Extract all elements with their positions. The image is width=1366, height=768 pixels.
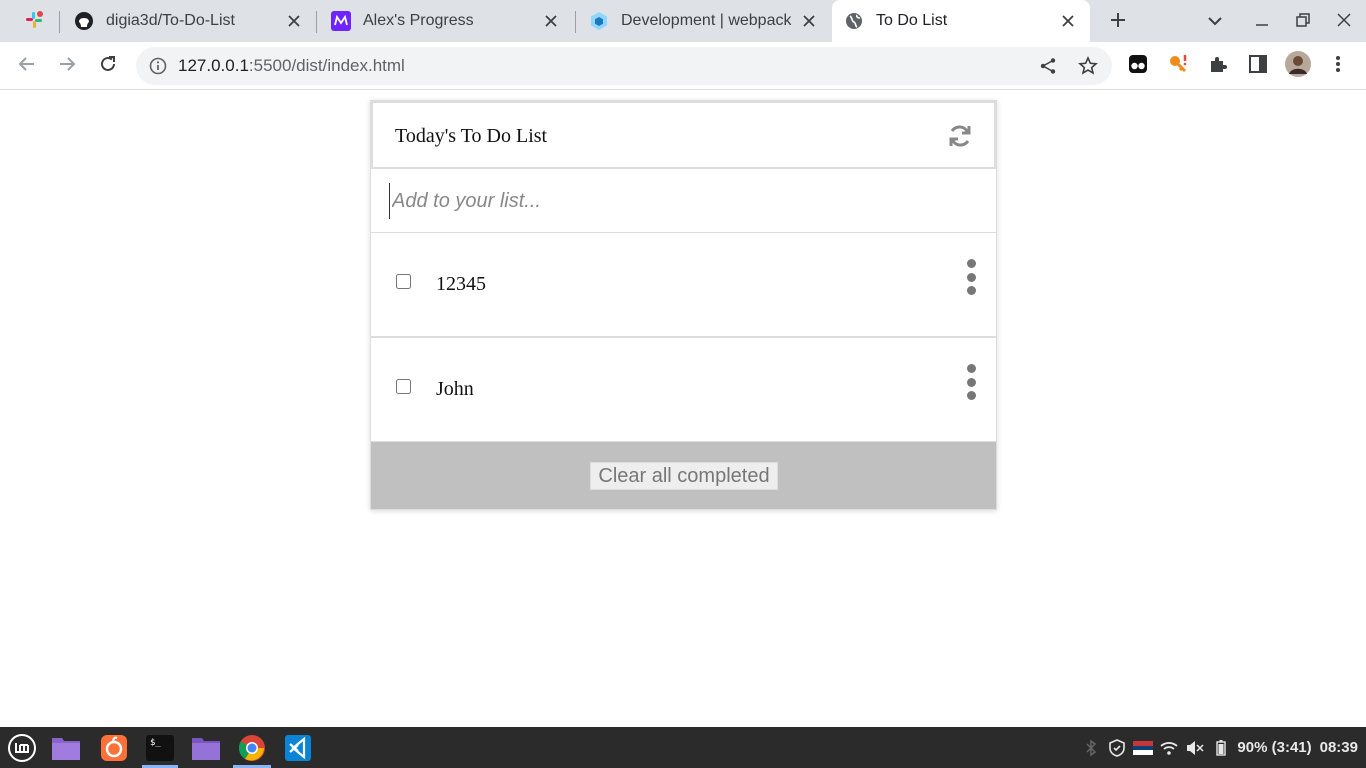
extension-button[interactable] [1124, 52, 1152, 80]
system-tray: 90% (3:41) 08:39 [1081, 727, 1366, 768]
address-bar[interactable]: 127.0.0.1:5500/dist/index.html [136, 47, 1112, 85]
vscode-icon[interactable] [282, 732, 314, 764]
extension-button[interactable] [1164, 52, 1192, 80]
menu-button[interactable] [1324, 52, 1352, 80]
arrow-left-icon [18, 55, 36, 78]
globe-icon [844, 11, 864, 31]
share-icon[interactable] [1034, 52, 1062, 80]
task-checkbox[interactable] [396, 379, 411, 394]
github-icon [74, 11, 94, 31]
terminal-icon[interactable]: $_ [144, 732, 176, 764]
add-task-input[interactable] [389, 183, 949, 219]
pinned-tab[interactable] [16, 8, 52, 36]
extensions-button[interactable] [1204, 52, 1232, 80]
files-icon[interactable] [190, 732, 222, 764]
tab-title: To Do List [876, 12, 948, 29]
tab-separator [575, 11, 576, 33]
tampermonkey-icon [1128, 54, 1148, 79]
tab-title: Development | webpack [621, 12, 791, 29]
star-icon[interactable] [1074, 52, 1102, 80]
profile-button[interactable] [1284, 50, 1312, 83]
forward-button[interactable] [53, 52, 81, 80]
close-icon[interactable] [284, 11, 304, 31]
back-button[interactable] [13, 52, 41, 80]
arrow-right-icon [58, 55, 76, 78]
chrome-icon[interactable] [236, 732, 268, 764]
firefox-icon[interactable] [98, 732, 130, 764]
close-icon [1337, 12, 1351, 32]
tab-search-button[interactable] [1201, 8, 1229, 36]
maximize-button[interactable] [1289, 8, 1317, 36]
more-vert-icon [1335, 55, 1341, 78]
avatar [1284, 50, 1312, 83]
os-taskbar: $_ 90% (3:41) 08:39 [0, 727, 1366, 768]
browser-tab-strip: digia3d/To-Do-List Alex's Progress Devel… [0, 0, 1366, 42]
plus-icon [1110, 12, 1126, 33]
page-content: Today's To Do List 12345 John [0, 90, 1366, 727]
keyboard-layout-icon[interactable] [1133, 738, 1154, 758]
bluetooth-icon[interactable] [1081, 738, 1101, 758]
reload-button[interactable] [94, 52, 122, 80]
add-task-row [371, 169, 996, 233]
tab-github[interactable]: digia3d/To-Do-List [62, 0, 316, 42]
webpack-icon [589, 11, 609, 31]
slack-icon [24, 10, 44, 35]
battery-icon[interactable] [1211, 738, 1231, 758]
mint-menu-icon[interactable] [6, 732, 38, 764]
tab-title: Alex's Progress [363, 12, 474, 29]
tab-alex-progress[interactable]: Alex's Progress [319, 0, 573, 42]
tab-to-do-list[interactable]: To Do List [832, 0, 1090, 42]
new-tab-button[interactable] [1104, 8, 1132, 36]
key-alert-icon [1167, 53, 1189, 80]
info-icon[interactable] [148, 56, 168, 76]
side-panel-icon [1248, 54, 1268, 79]
volume-muted-icon[interactable] [1185, 738, 1205, 758]
minimize-button[interactable] [1248, 8, 1276, 36]
tab-separator [59, 11, 60, 33]
page-title: Today's To Do List [395, 125, 548, 147]
list-item: John [371, 338, 996, 443]
wifi-icon[interactable] [1159, 738, 1179, 758]
more-vert-icon[interactable] [959, 362, 983, 402]
clock[interactable]: 08:39 [1320, 739, 1358, 756]
microverse-icon [331, 11, 351, 31]
url-host: 127.0.0.1 [178, 56, 249, 75]
todo-header: Today's To Do List [371, 101, 996, 169]
task-text[interactable]: John [436, 378, 474, 401]
more-vert-icon[interactable] [959, 257, 983, 297]
tab-title: digia3d/To-Do-List [106, 12, 235, 29]
battery-status: 90% (3:41) [1237, 739, 1312, 756]
chevron-down-icon [1208, 13, 1222, 31]
close-icon[interactable] [799, 11, 819, 31]
puzzle-icon [1208, 54, 1228, 79]
close-window-button[interactable] [1330, 8, 1358, 36]
refresh-icon[interactable] [946, 122, 974, 150]
browser-toolbar: 127.0.0.1:5500/dist/index.html [0, 42, 1366, 90]
reload-icon [99, 55, 117, 78]
close-icon[interactable] [1058, 11, 1078, 31]
tab-separator [316, 11, 317, 33]
url-path: :5500/dist/index.html [248, 56, 405, 75]
url-text: 127.0.0.1:5500/dist/index.html [178, 56, 405, 76]
close-icon[interactable] [541, 11, 561, 31]
minimize-icon [1255, 13, 1269, 32]
todo-card: Today's To Do List 12345 John [370, 100, 997, 510]
shield-icon[interactable] [1107, 738, 1127, 758]
clear-completed-button[interactable]: Clear all completed [590, 462, 778, 490]
todo-footer: Clear all completed [371, 442, 996, 509]
side-panel-button[interactable] [1244, 52, 1272, 80]
task-checkbox[interactable] [396, 274, 411, 289]
task-text[interactable]: 12345 [436, 273, 486, 296]
folder-icon[interactable] [50, 732, 82, 764]
list-item: 12345 [371, 233, 996, 338]
restore-icon [1296, 12, 1310, 32]
tab-webpack[interactable]: Development | webpack [577, 0, 831, 42]
svg-text:$_: $_ [150, 738, 161, 748]
